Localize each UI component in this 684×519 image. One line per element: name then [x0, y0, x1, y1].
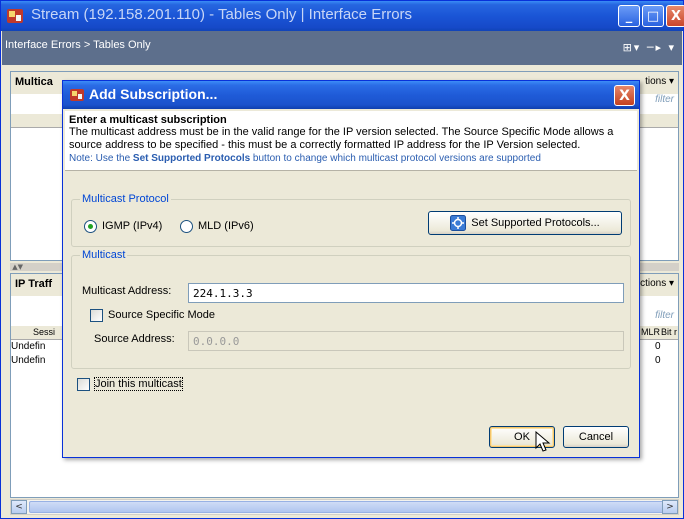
ip-traffic-panel-title: IP Traff [15, 278, 53, 290]
table-row-session[interactable]: Undefin [11, 355, 45, 366]
close-button[interactable]: X [666, 5, 684, 27]
ip-traffic-filter-link[interactable]: filter [655, 310, 674, 321]
source-address-label: Source Address: [94, 333, 175, 345]
scroll-right-icon[interactable]: > [662, 500, 678, 514]
multicast-filter-link[interactable]: filter [655, 94, 674, 105]
note-prefix: Note: Use the [69, 153, 133, 164]
igmp-radio-label[interactable]: IGMP (IPv4) [102, 220, 162, 232]
dialog-banner: Enter a multicast subscription The multi… [65, 111, 637, 171]
add-subscription-dialog: Add Subscription... X Enter a multicast … [62, 80, 640, 458]
minimize-button[interactable]: _ [618, 5, 640, 27]
mouse-pointer-icon [535, 431, 551, 452]
multicast-protocol-group: Multicast Protocol IGMP (IPv4) MLD (IPv6… [71, 193, 631, 247]
scroll-thumb[interactable] [29, 501, 669, 513]
layout-tools[interactable]: ⊞▾ ─▸ ▾ [623, 41, 676, 54]
multicast-address-input[interactable]: 224.1.3.3 [188, 283, 624, 303]
join-multicast-checkbox[interactable] [77, 378, 90, 391]
dialog-close-button[interactable]: X [614, 85, 635, 106]
dialog-titlebar[interactable]: Add Subscription... X [63, 81, 639, 109]
mld-radio-label[interactable]: MLD (IPv6) [198, 220, 254, 232]
banner-description: The multicast address must be in the val… [69, 126, 614, 151]
table-row-mlr: 0 [655, 341, 661, 352]
mld-radio[interactable] [180, 220, 193, 233]
source-specific-mode-label[interactable]: Source Specific Mode [108, 309, 215, 321]
multicast-panel-actions[interactable]: tions ▾ [645, 76, 674, 87]
multicast-address-label: Multicast Address: [82, 285, 172, 297]
note-bold: Set Supported Protocols [132, 153, 251, 164]
cancel-button[interactable]: Cancel [563, 426, 629, 448]
column-header-session[interactable]: Sessi [33, 327, 55, 337]
dialog-title: Add Subscription... [89, 86, 218, 102]
multicast-panel-title: Multica [15, 76, 53, 88]
multicast-group: Multicast Multicast Address: 224.1.3.3 S… [71, 249, 631, 369]
igmp-radio[interactable] [84, 220, 97, 233]
main-titlebar[interactable]: Stream (192.158.201.110) - Tables Only |… [1, 1, 684, 31]
window-title: Stream (192.158.201.110) - Tables Only |… [31, 6, 413, 23]
banner-note: Note: Use the Set Supported Protocols bu… [69, 152, 633, 165]
join-multicast-label[interactable]: Join this multicast [94, 377, 183, 391]
banner-title: Enter a multicast subscription [69, 114, 227, 126]
column-header-bitrate[interactable]: Bit r [661, 327, 677, 337]
protocols-icon [450, 215, 467, 231]
breadcrumb-bar: Interface Errors > Tables Only ⊞▾ ─▸ ▾ [2, 31, 682, 65]
ip-traffic-panel-actions[interactable]: ctions ▾ [640, 278, 674, 289]
breadcrumb[interactable]: Interface Errors > Tables Only [5, 39, 151, 51]
scroll-left-icon[interactable]: < [11, 500, 27, 514]
column-header-mlr[interactable]: MLR [641, 327, 660, 337]
app-icon [7, 9, 23, 23]
multicast-group-label: Multicast [80, 249, 128, 261]
app-icon [70, 89, 84, 101]
note-suffix: button to change which multicast protoco… [250, 153, 541, 164]
maximize-button[interactable]: □ [642, 5, 664, 27]
source-specific-mode-checkbox[interactable] [90, 309, 103, 322]
source-address-input[interactable]: 0.0.0.0 [188, 331, 624, 351]
multicast-protocol-label: Multicast Protocol [80, 193, 171, 205]
table-row-session[interactable]: Undefin [11, 341, 45, 352]
set-supported-protocols-label: Set Supported Protocols... [471, 217, 600, 229]
set-supported-protocols-button[interactable]: Set Supported Protocols... [428, 211, 622, 235]
horizontal-scrollbar[interactable]: < > [10, 499, 679, 515]
table-row-mlr: 0 [655, 355, 661, 366]
